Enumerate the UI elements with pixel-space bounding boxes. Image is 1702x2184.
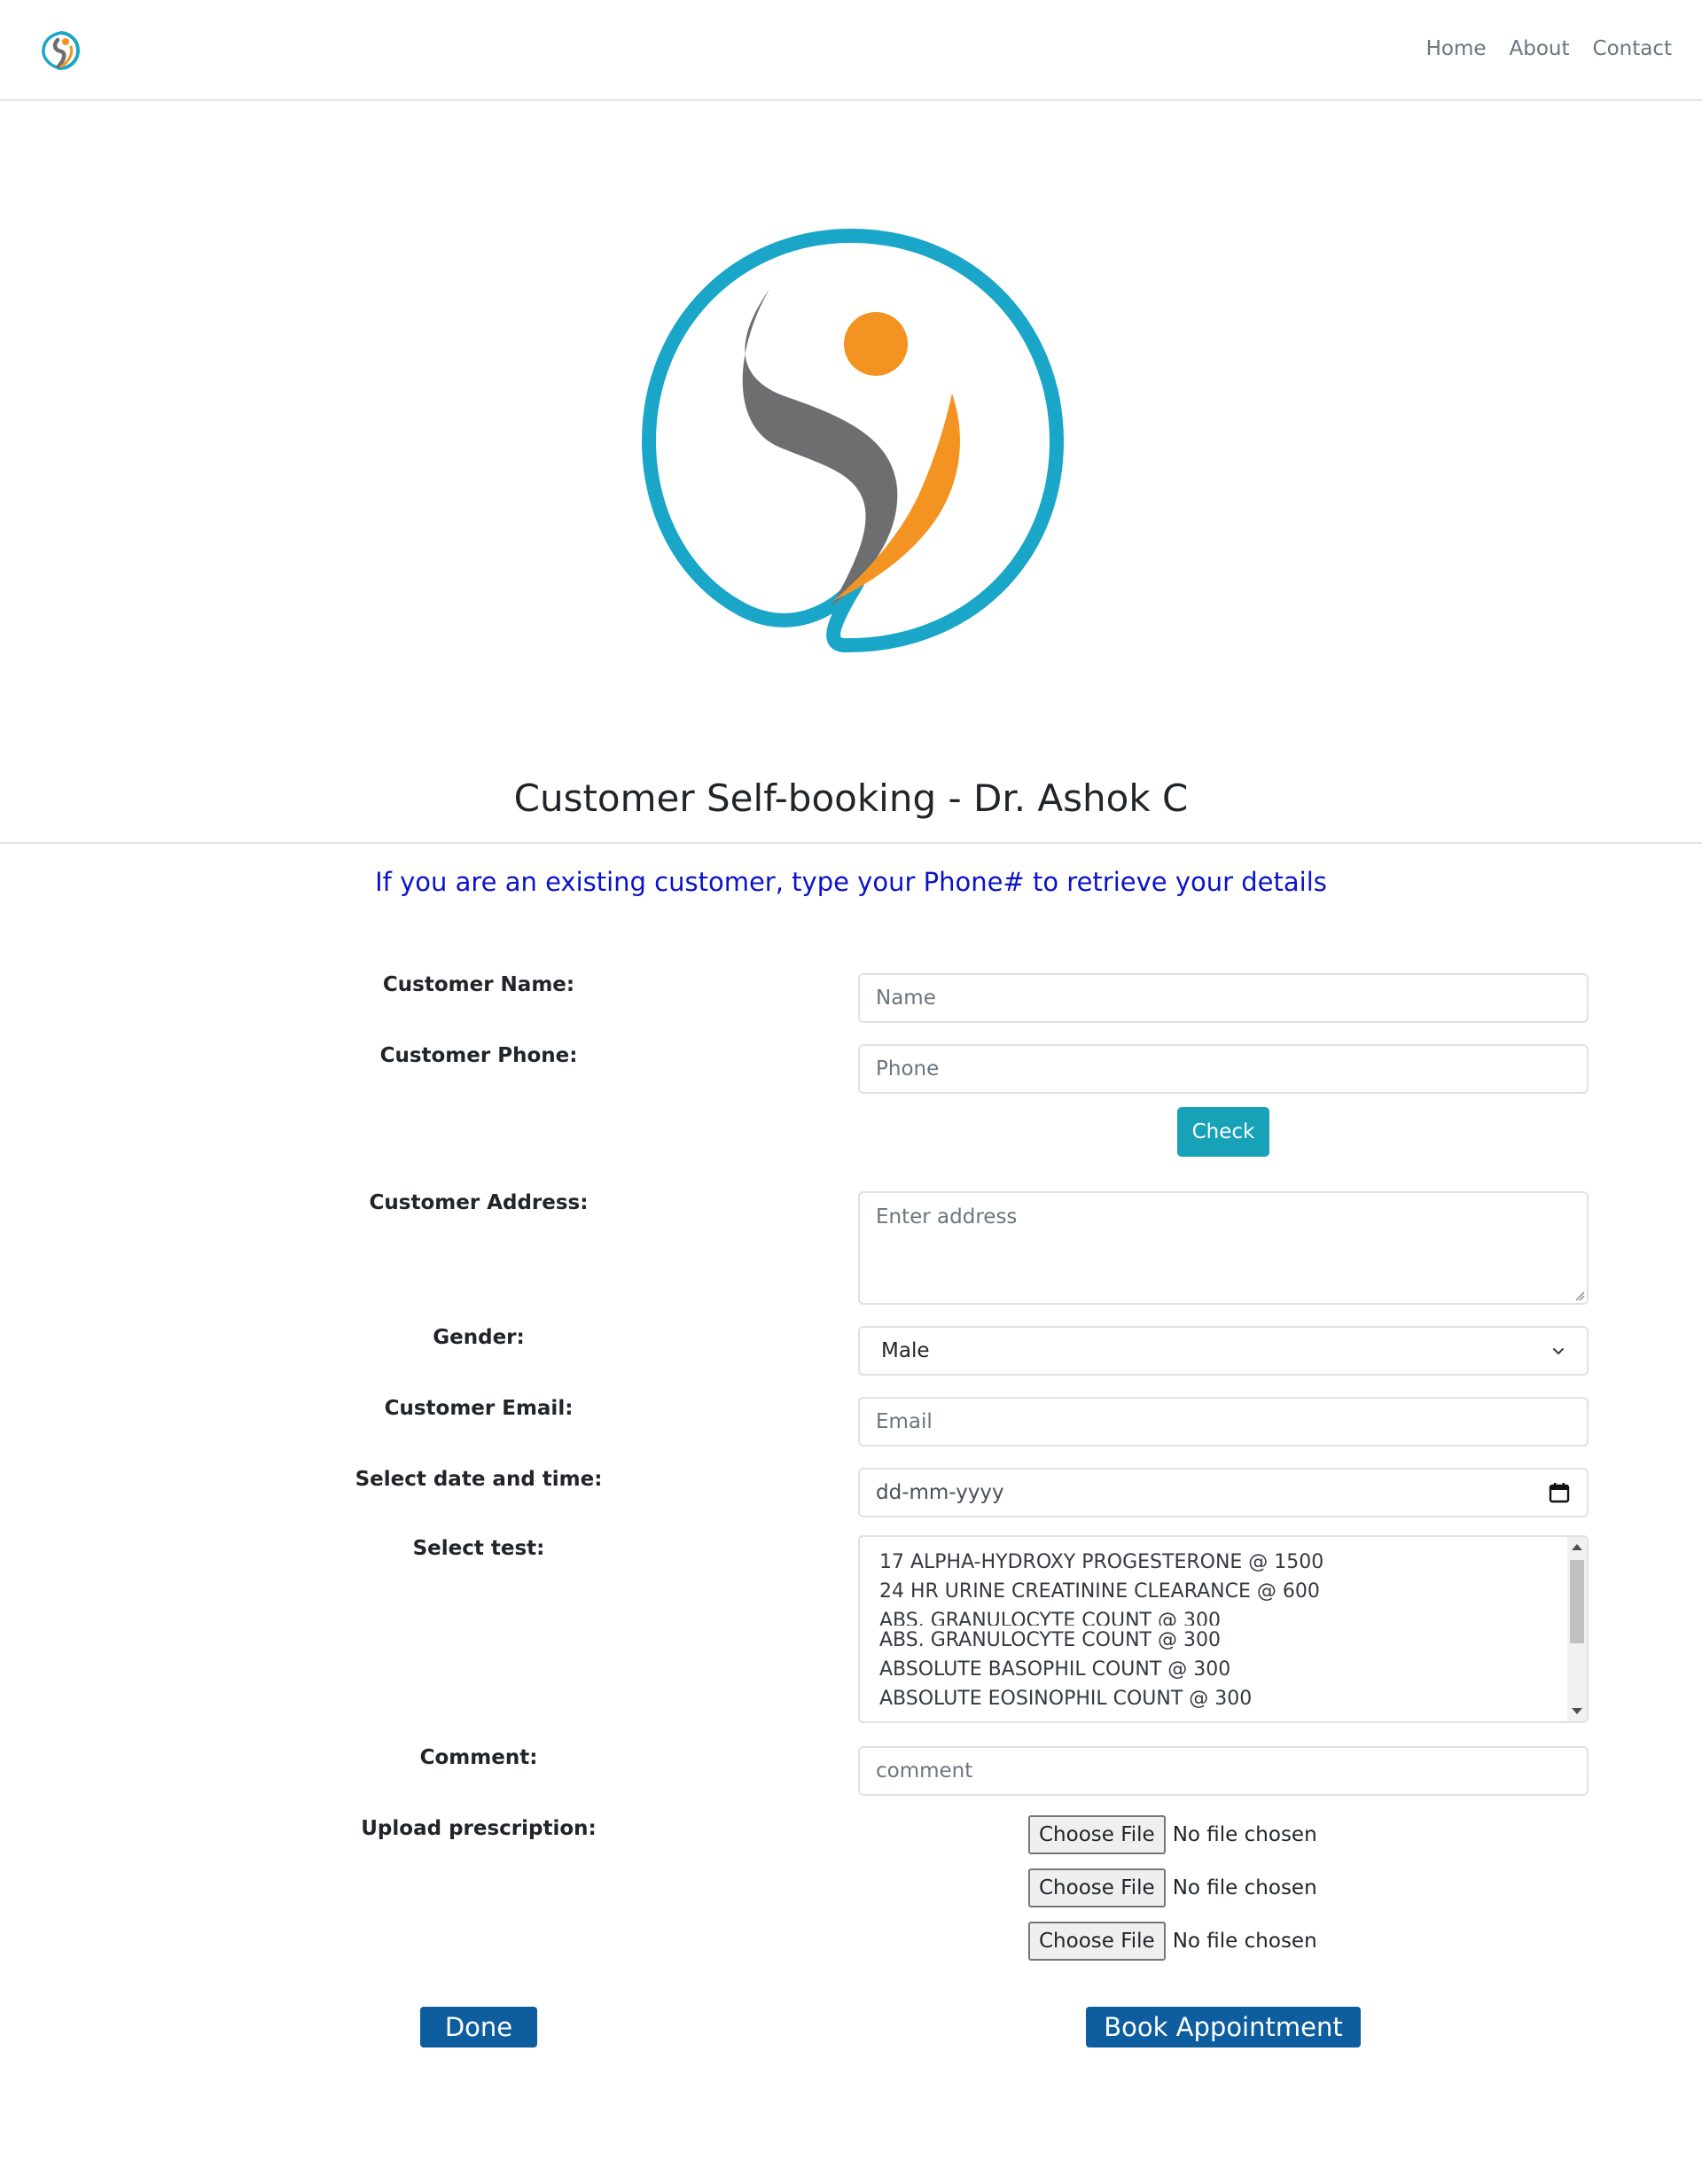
- gender-select[interactable]: Male: [858, 1326, 1589, 1376]
- test-options: 17 ALPHA-HYDROXY PROGESTERONE @ 1500 24 …: [879, 1548, 1551, 1721]
- scroll-down-arrow-icon[interactable]: [1572, 1708, 1582, 1714]
- file-status: No file chosen: [1172, 1823, 1317, 1846]
- nav-about-link[interactable]: About: [1510, 37, 1570, 60]
- nav-links: Home About Contact: [1426, 37, 1672, 60]
- file-upload-row: Choose File No file chosen: [1028, 1815, 1317, 1854]
- nav-contact-link[interactable]: Contact: [1593, 37, 1672, 60]
- select-test-label: Select test:: [412, 1537, 545, 1560]
- comment-label: Comment:: [419, 1746, 538, 1769]
- comment-input[interactable]: [858, 1746, 1589, 1796]
- page-title: Customer Self-booking - Dr. Ashok C: [513, 776, 1189, 820]
- customer-address-textarea[interactable]: [858, 1191, 1589, 1305]
- test-listbox[interactable]: 17 ALPHA-HYDROXY PROGESTERONE @ 1500 24 …: [858, 1535, 1589, 1723]
- test-option[interactable]: 24 HR URINE CREATININE CLEARANCE @ 600: [879, 1577, 1551, 1606]
- customer-name-label: Customer Name:: [382, 973, 575, 996]
- datetime-placeholder: dd-mm-yyyy: [876, 1481, 1004, 1504]
- book-appointment-button[interactable]: Book Appointment: [1086, 2007, 1361, 2048]
- nav-home-link[interactable]: Home: [1426, 37, 1487, 60]
- title-divider: [0, 842, 1702, 844]
- calendar-icon[interactable]: [1548, 1481, 1571, 1504]
- done-button[interactable]: Done: [420, 2007, 537, 2048]
- test-option[interactable]: ABS. GRANULOCYTE COUNT @ 300: [879, 1606, 1551, 1626]
- file-status: No file chosen: [1172, 1876, 1317, 1899]
- datetime-input[interactable]: dd-mm-yyyy: [858, 1468, 1589, 1517]
- customer-phone-label: Customer Phone:: [379, 1044, 578, 1067]
- customer-phone-input[interactable]: [858, 1044, 1589, 1094]
- customer-email-label: Customer Email:: [384, 1397, 574, 1420]
- gender-selected-value: Male: [881, 1339, 930, 1362]
- customer-email-input[interactable]: [858, 1397, 1589, 1447]
- datetime-label: Select date and time:: [355, 1468, 603, 1491]
- test-option[interactable]: ABS. GRANULOCYTE COUNT @ 300: [879, 1626, 1551, 1655]
- choose-file-button[interactable]: Choose File: [1028, 1868, 1166, 1907]
- test-option[interactable]: 17 ALPHA-HYDROXY PROGESTERONE @ 1500: [879, 1548, 1551, 1577]
- gender-label: Gender:: [433, 1326, 525, 1349]
- upload-prescription-label: Upload prescription:: [361, 1817, 597, 1840]
- customer-name-input[interactable]: [858, 973, 1589, 1023]
- customer-address-label: Customer Address:: [369, 1191, 589, 1214]
- navbar: Home About Contact: [0, 0, 1702, 101]
- test-scrollbar[interactable]: [1567, 1537, 1587, 1721]
- resize-grip-icon[interactable]: [1574, 1291, 1585, 1301]
- test-option[interactable]: ABSOLUTE BASOPHIL COUNT @ 300: [879, 1655, 1551, 1684]
- chevron-down-icon: [1553, 1348, 1564, 1354]
- choose-file-button[interactable]: Choose File: [1028, 1922, 1166, 1961]
- hero-logo-icon: [641, 229, 1064, 653]
- existing-customer-info: If you are an existing customer, type yo…: [375, 867, 1327, 897]
- scroll-up-arrow-icon[interactable]: [1572, 1544, 1582, 1550]
- file-upload-row: Choose File No file chosen: [1028, 1868, 1317, 1907]
- test-option[interactable]: ABSOLUTE EOSINOPHIL COUNT @ 300: [879, 1684, 1551, 1713]
- file-upload-row: Choose File No file chosen: [1028, 1922, 1317, 1961]
- choose-file-button[interactable]: Choose File: [1028, 1815, 1166, 1854]
- file-status: No file chosen: [1172, 1930, 1317, 1953]
- scroll-thumb[interactable]: [1570, 1560, 1584, 1643]
- check-button[interactable]: Check: [1177, 1107, 1269, 1157]
- brand-logo-icon[interactable]: [39, 28, 83, 73]
